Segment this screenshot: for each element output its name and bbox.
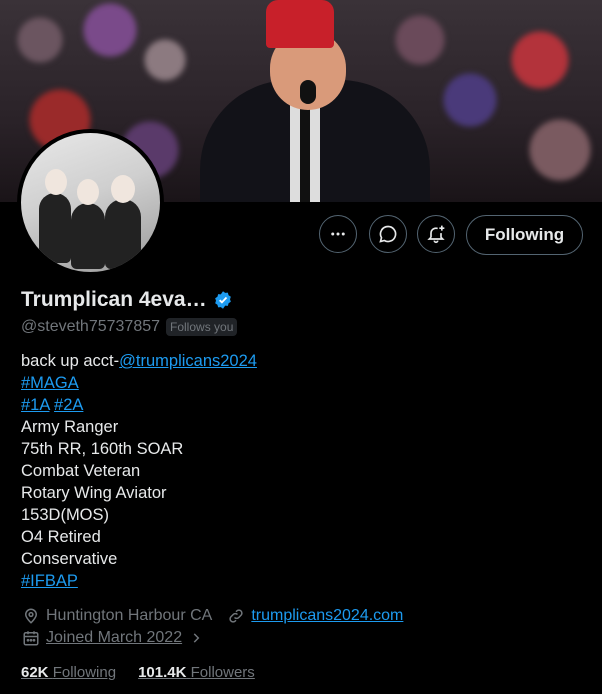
hashtag-link[interactable]: #2A (54, 396, 83, 414)
bio: back up acct-@trumplicans2024 #MAGA #1A … (21, 350, 257, 592)
message-button[interactable] (369, 215, 407, 253)
avatar-figure-head (45, 169, 67, 195)
bio-line: #IFBAP (21, 570, 257, 592)
message-icon (379, 225, 397, 243)
bio-line: #1A #2A (21, 394, 257, 416)
display-name: Trumplican 4eva… (21, 288, 233, 312)
avatar-figure (39, 193, 71, 263)
bio-line: #MAGA (21, 372, 257, 394)
follow-stats: 62K Following 101.4K Followers (21, 664, 255, 681)
follows-you-badge: Follows you (166, 318, 238, 336)
avatar-figure (105, 199, 141, 269)
website-link[interactable]: trumplicans2024.com (251, 607, 403, 625)
notify-button[interactable] (417, 215, 455, 253)
banner-microphone (300, 80, 316, 104)
banner-tie (300, 106, 310, 202)
verified-badge-icon[interactable] (213, 290, 233, 310)
link-icon (226, 606, 246, 626)
following-count: 62K (21, 664, 49, 681)
bell-plus-icon (427, 225, 445, 244)
bio-line: O4 Retired (21, 528, 101, 546)
location-icon (21, 606, 41, 626)
followers-stat[interactable]: 101.4K Followers (138, 664, 255, 681)
bio-line: Conservative (21, 550, 118, 568)
avatar-figure-head (111, 175, 135, 203)
more-horizontal-icon (331, 232, 345, 236)
bio-text: back up acct- (21, 352, 120, 370)
joined-row[interactable]: Joined March 2022 (21, 628, 211, 648)
followers-count: 101.4K (138, 664, 187, 681)
hashtag-link[interactable]: #1A (21, 396, 49, 414)
following-label: Following (52, 664, 117, 681)
more-button[interactable] (319, 215, 357, 253)
bio-line: 75th RR, 160th SOAR (21, 440, 184, 458)
bio-line: Rotary Wing Aviator (21, 484, 167, 502)
hashtag-link[interactable]: #MAGA (21, 374, 79, 392)
display-name-text: Trumplican 4eva… (21, 288, 207, 311)
avatar-figure-head (77, 179, 99, 205)
calendar-icon (21, 628, 41, 648)
chevron-right-icon (186, 628, 206, 648)
handle: @steveth75737857 (21, 318, 161, 335)
following-stat[interactable]: 62K Following (21, 664, 116, 681)
hashtag-link[interactable]: #IFBAP (21, 572, 78, 590)
followers-label: Followers (190, 664, 255, 681)
location-text: Huntington Harbour CA (46, 607, 213, 624)
following-button[interactable]: Following (466, 215, 583, 255)
profile-meta-row: Huntington Harbour CA trumplicans2024.co… (21, 606, 403, 626)
bio-line: Army Ranger (21, 418, 119, 436)
bio-line: back up acct-@trumplicans2024 (21, 350, 257, 372)
bio-line: Combat Veteran (21, 462, 141, 480)
avatar[interactable] (17, 129, 164, 276)
banner-hat (266, 0, 334, 48)
joined-date[interactable]: Joined March 2022 (46, 629, 182, 647)
bio-line: 153D(MOS) (21, 506, 110, 524)
handle-row: @steveth75737857 Follows you (21, 318, 238, 336)
avatar-figure (71, 203, 105, 269)
bio-mention-link[interactable]: @trumplicans2024 (119, 352, 257, 370)
